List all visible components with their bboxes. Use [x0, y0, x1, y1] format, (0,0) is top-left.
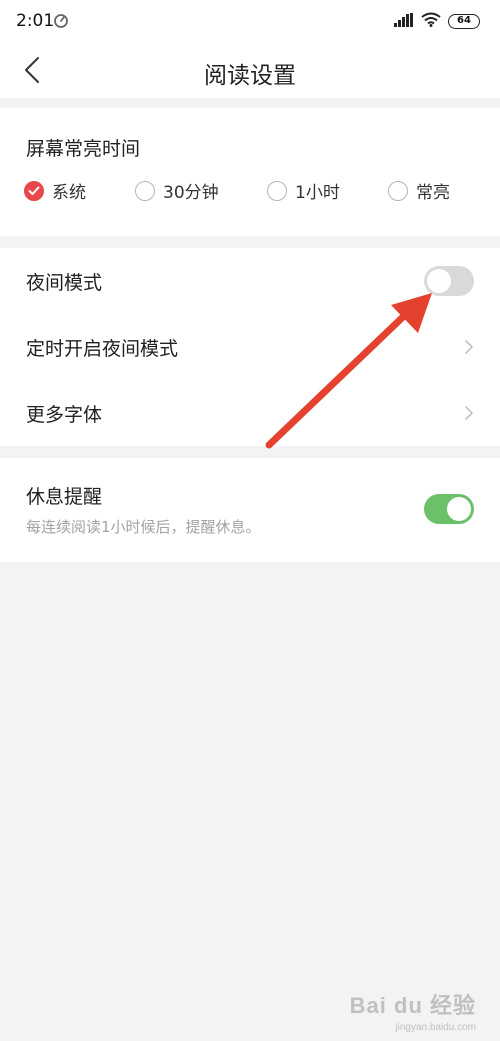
- rest-reminder-section: 休息提醒 每连续阅读1小时候后，提醒休息。: [0, 458, 500, 562]
- radio-option-system[interactable]: 系统: [24, 178, 86, 203]
- watermark-url: jingyan.baidu.com: [395, 1022, 476, 1033]
- watermark: Bai du 经验 jingyan.baidu.com: [350, 988, 476, 1033]
- chevron-right-icon: [464, 405, 474, 425]
- status-time: 2:01: [16, 11, 55, 31]
- radio-label: 30分钟: [163, 183, 219, 203]
- screen-timeout-options: 系统 30分钟 1小时 常亮: [24, 178, 484, 203]
- radio-option-30min[interactable]: 30分钟: [135, 178, 219, 203]
- scheduled-night-mode-label: 定时开启夜间模式: [26, 338, 179, 360]
- chevron-right-icon: [464, 339, 474, 359]
- screen-timeout-label: 屏幕常亮时间: [26, 138, 141, 160]
- radio-unchecked-icon: [388, 180, 408, 201]
- radio-label: 1小时: [295, 183, 340, 203]
- page-title: 阅读设置: [204, 63, 296, 89]
- radio-option-always[interactable]: 常亮: [388, 178, 450, 203]
- toggle-knob: [447, 497, 471, 521]
- rest-reminder-description: 每连续阅读1小时候后，提醒休息。: [26, 518, 261, 536]
- header: 阅读设置: [0, 42, 500, 98]
- night-mode-label: 夜间模式: [26, 272, 103, 294]
- radio-option-1hour[interactable]: 1小时: [267, 178, 340, 203]
- more-fonts-label: 更多字体: [26, 404, 103, 426]
- signal-icon: [394, 12, 414, 31]
- radio-checked-icon: [24, 180, 44, 201]
- sync-icon: [53, 13, 69, 33]
- radio-unchecked-icon: [135, 180, 155, 201]
- rest-reminder-toggle[interactable]: [424, 494, 474, 524]
- watermark-logo: Bai du 经验: [349, 993, 476, 1018]
- radio-label: 常亮: [416, 183, 450, 203]
- screen-timeout-section: 屏幕常亮时间 系统 30分钟 1小时 常亮: [0, 108, 500, 236]
- radio-label: 系统: [52, 183, 86, 203]
- wifi-icon: [421, 12, 441, 31]
- annotation-arrow: [265, 293, 432, 449]
- battery-indicator: 64: [448, 14, 480, 29]
- radio-unchecked-icon: [267, 180, 287, 201]
- status-bar: 2:01 64: [0, 0, 500, 42]
- rest-reminder-label: 休息提醒: [26, 486, 103, 508]
